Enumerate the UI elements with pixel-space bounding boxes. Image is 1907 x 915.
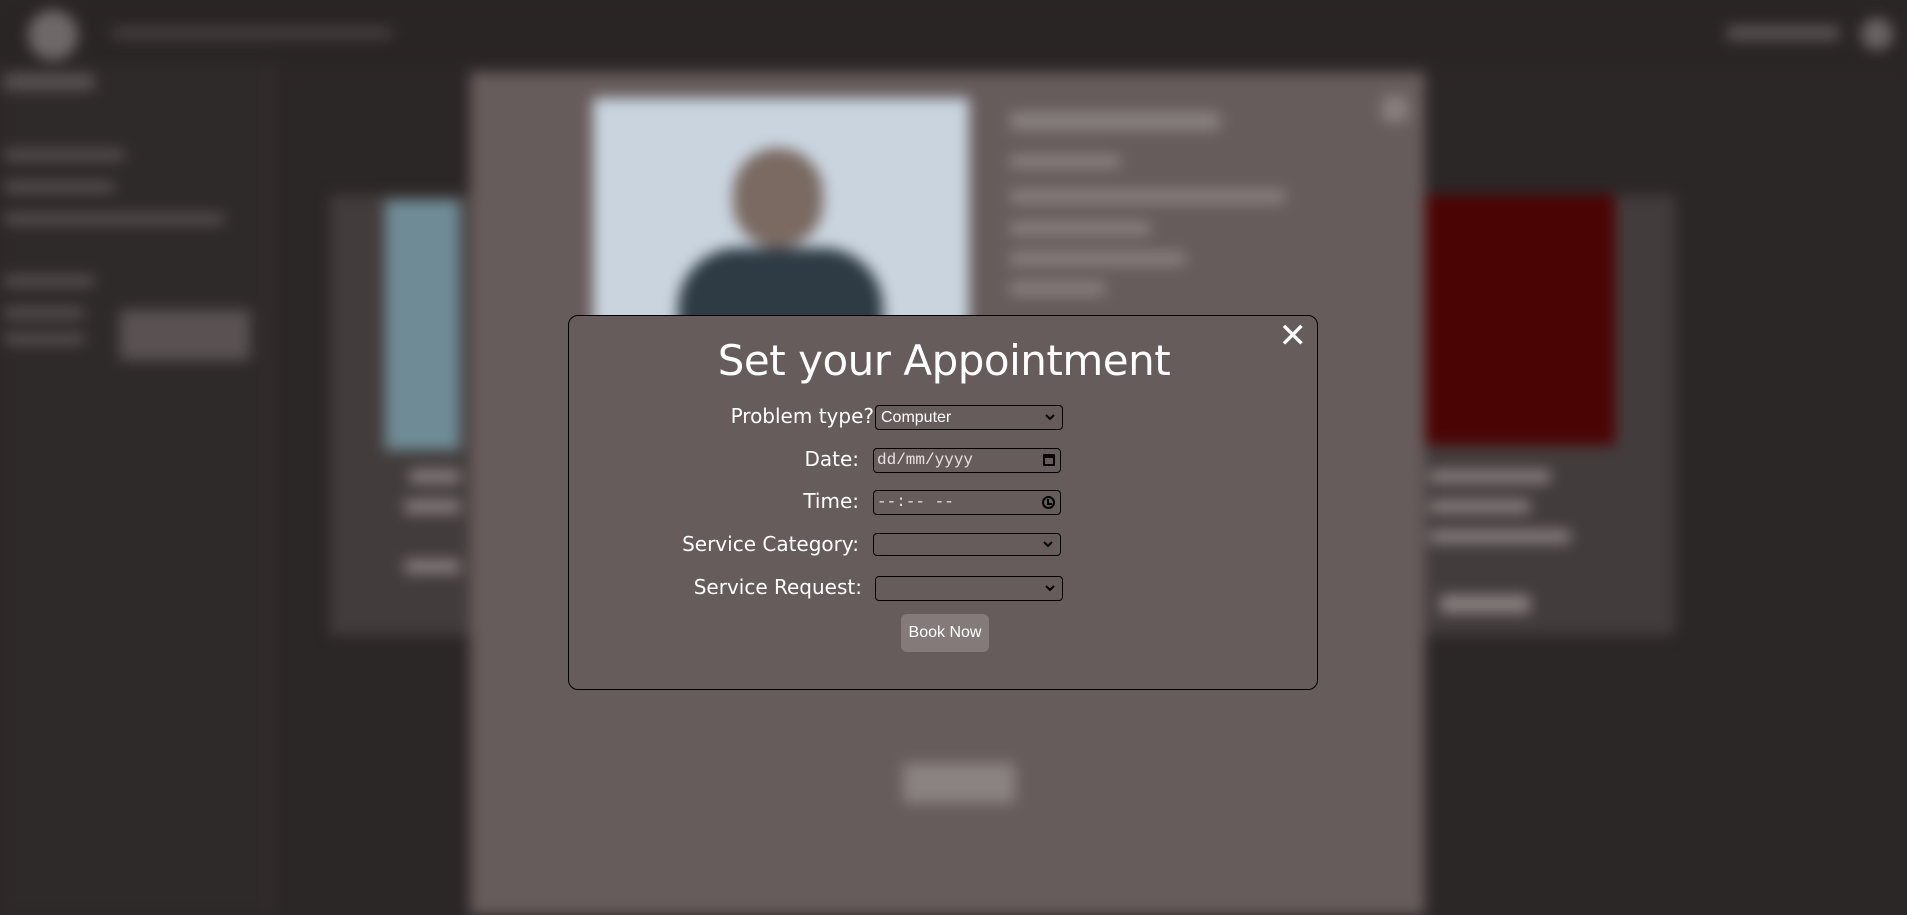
chevron-down-icon [1043,541,1053,548]
background-sidebar-text [4,74,94,90]
background-text [410,470,460,483]
background-sidebar-text [4,276,94,286]
background-sidebar-text [4,308,84,318]
background-text [405,560,460,573]
background-user-name [1727,26,1839,40]
calendar-icon[interactable] [1043,454,1055,466]
background-text [1010,222,1150,235]
background-sidebar [0,64,272,915]
date-placeholder: dd/mm/yyyy [877,451,974,469]
background-avatar [1861,18,1893,50]
background-text [1010,112,1220,130]
background-sidebar-text [4,182,114,192]
background-text [1440,595,1530,613]
background-text [1010,155,1120,168]
problem-type-value: Computer [881,409,952,426]
date-input[interactable]: dd/mm/yyyy [873,448,1061,473]
background-text [1430,530,1570,543]
background-photo-head [733,148,823,248]
service-request-select[interactable] [875,576,1063,601]
background-header [0,0,1907,64]
background-close-icon [1382,96,1408,122]
background-sidebar-text [4,214,224,224]
background-button [903,763,1015,803]
background-text [1430,470,1550,483]
problem-type-label: Problem type? [730,404,874,428]
time-input[interactable]: --:-- -- [873,490,1061,515]
background-text [1010,190,1285,203]
background-thumbnail [385,200,460,450]
chevron-down-icon [1045,585,1055,592]
background-text [405,500,460,513]
background-text [1010,282,1105,295]
background-logo [28,10,78,60]
appointment-modal: ✕ Set your Appointment Problem type? Com… [568,315,1318,690]
background-thumbnail [1425,195,1615,445]
time-placeholder: --:-- -- [877,493,954,511]
background-sidebar-button [120,310,250,360]
chevron-down-icon [1045,414,1055,421]
time-label: Time: [803,489,859,513]
background-text [1430,500,1530,513]
clock-icon[interactable] [1042,496,1055,509]
date-label: Date: [804,447,859,471]
background-sidebar-text [4,334,84,344]
problem-type-select[interactable]: Computer [875,405,1063,430]
background-text [1010,252,1185,265]
service-category-label: Service Category: [682,532,859,556]
service-category-select[interactable] [873,533,1061,556]
modal-title: Set your Appointment [717,336,1171,385]
background-brand-text [112,28,392,38]
background-sidebar-text [4,150,124,160]
service-request-label: Service Request: [693,575,862,599]
book-now-button[interactable]: Book Now [901,614,989,652]
